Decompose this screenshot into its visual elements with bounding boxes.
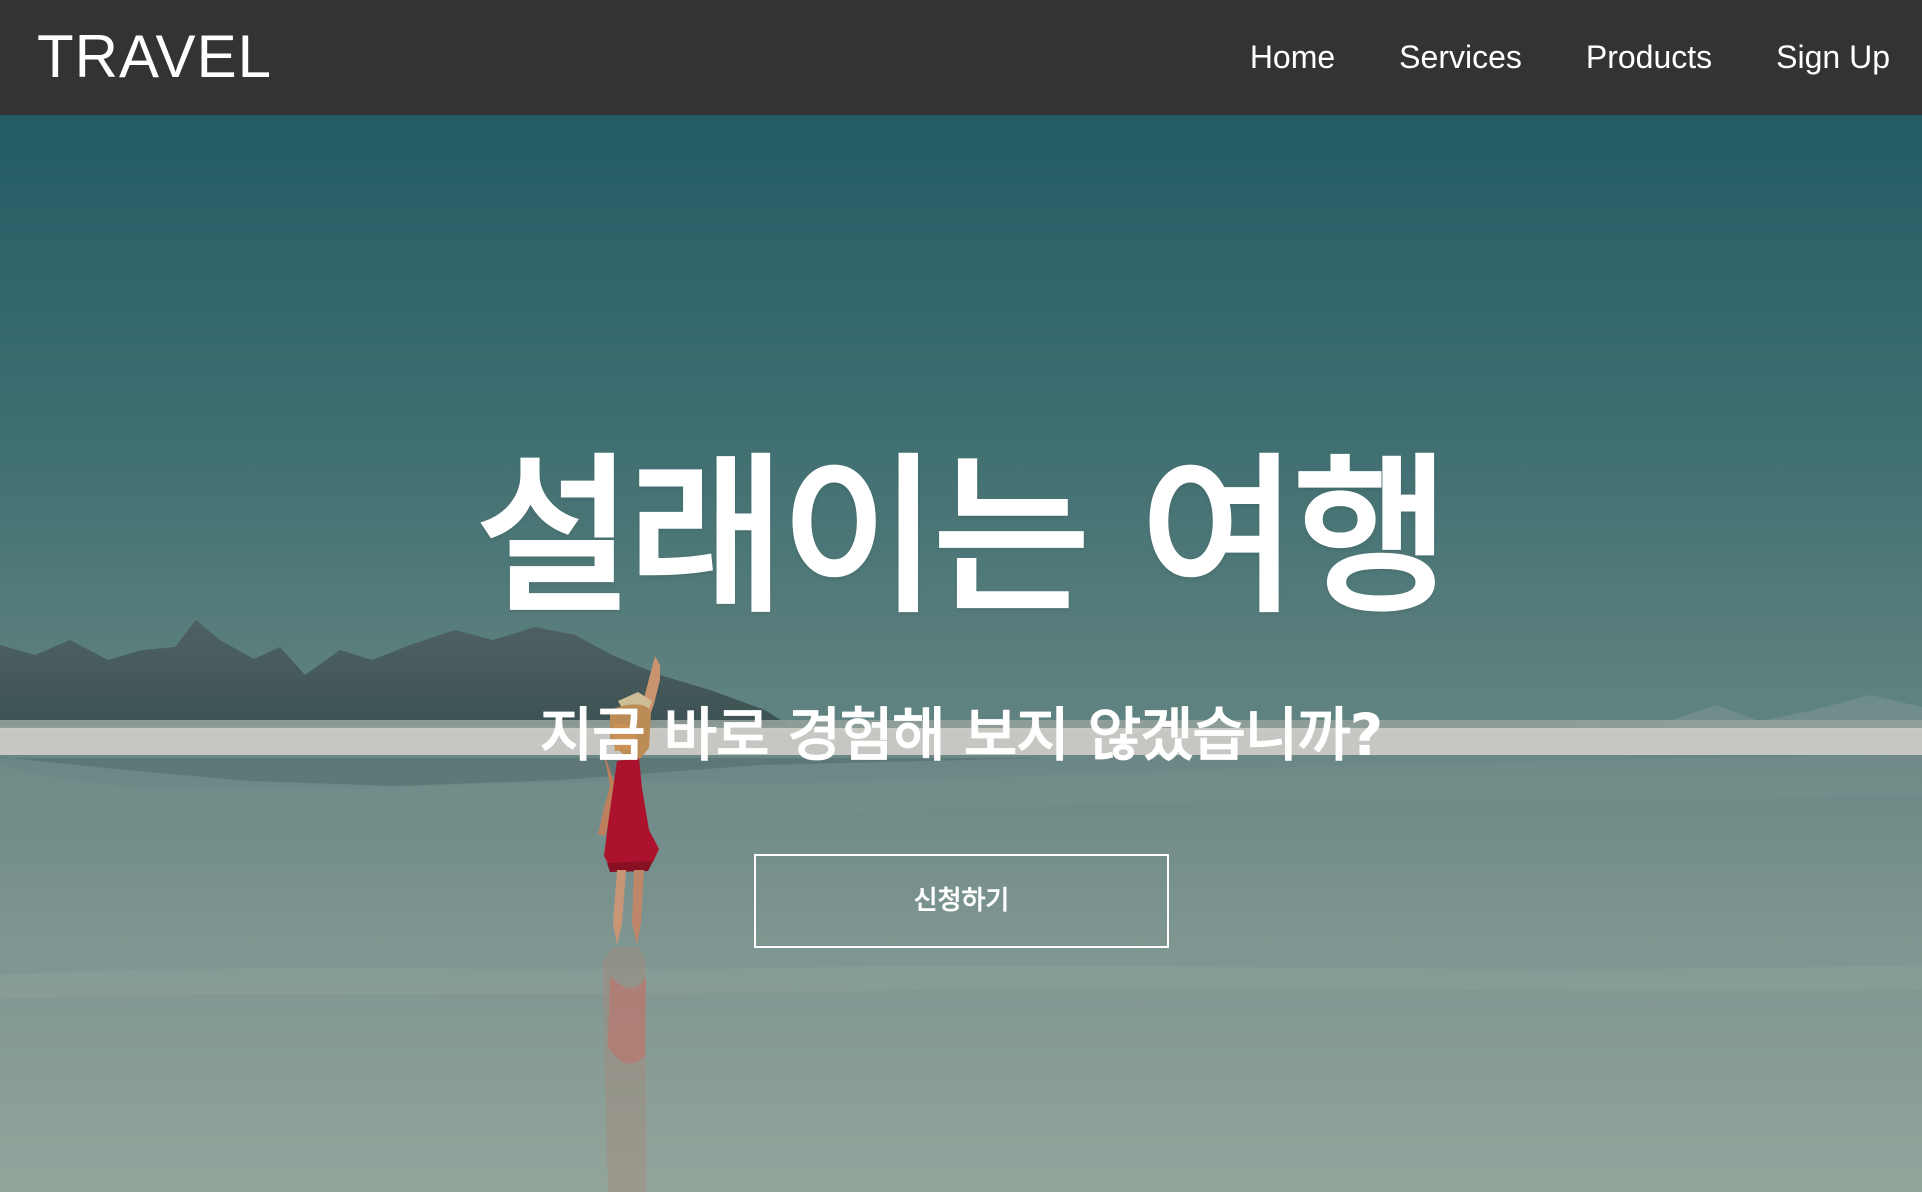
top-navigation-bar: TRAVEL Home Services Products Sign Up (0, 0, 1922, 115)
nav-products-link[interactable]: Products (1580, 32, 1718, 82)
hero-section: 설래이는 여행 지금 바로 경험해 보지 않겠습니까? 신청하기 (0, 115, 1922, 1192)
main-nav-links: Home Services Products Sign Up (1244, 32, 1896, 82)
travel-logo[interactable]: TRAVEL (37, 24, 272, 90)
nav-sign-up-link[interactable]: Sign Up (1770, 32, 1896, 82)
hero-title: 설래이는 여행 (476, 439, 1450, 637)
nav-services-link[interactable]: Services (1393, 32, 1528, 82)
hero-subtitle: 지금 바로 경험해 보지 않겠습니까? (539, 701, 1383, 769)
apply-button[interactable]: 신청하기 (754, 854, 1169, 948)
hero-content: 설래이는 여행 지금 바로 경험해 보지 않겠습니까? 신청하기 (0, 115, 1922, 1192)
nav-home-link[interactable]: Home (1244, 32, 1341, 82)
